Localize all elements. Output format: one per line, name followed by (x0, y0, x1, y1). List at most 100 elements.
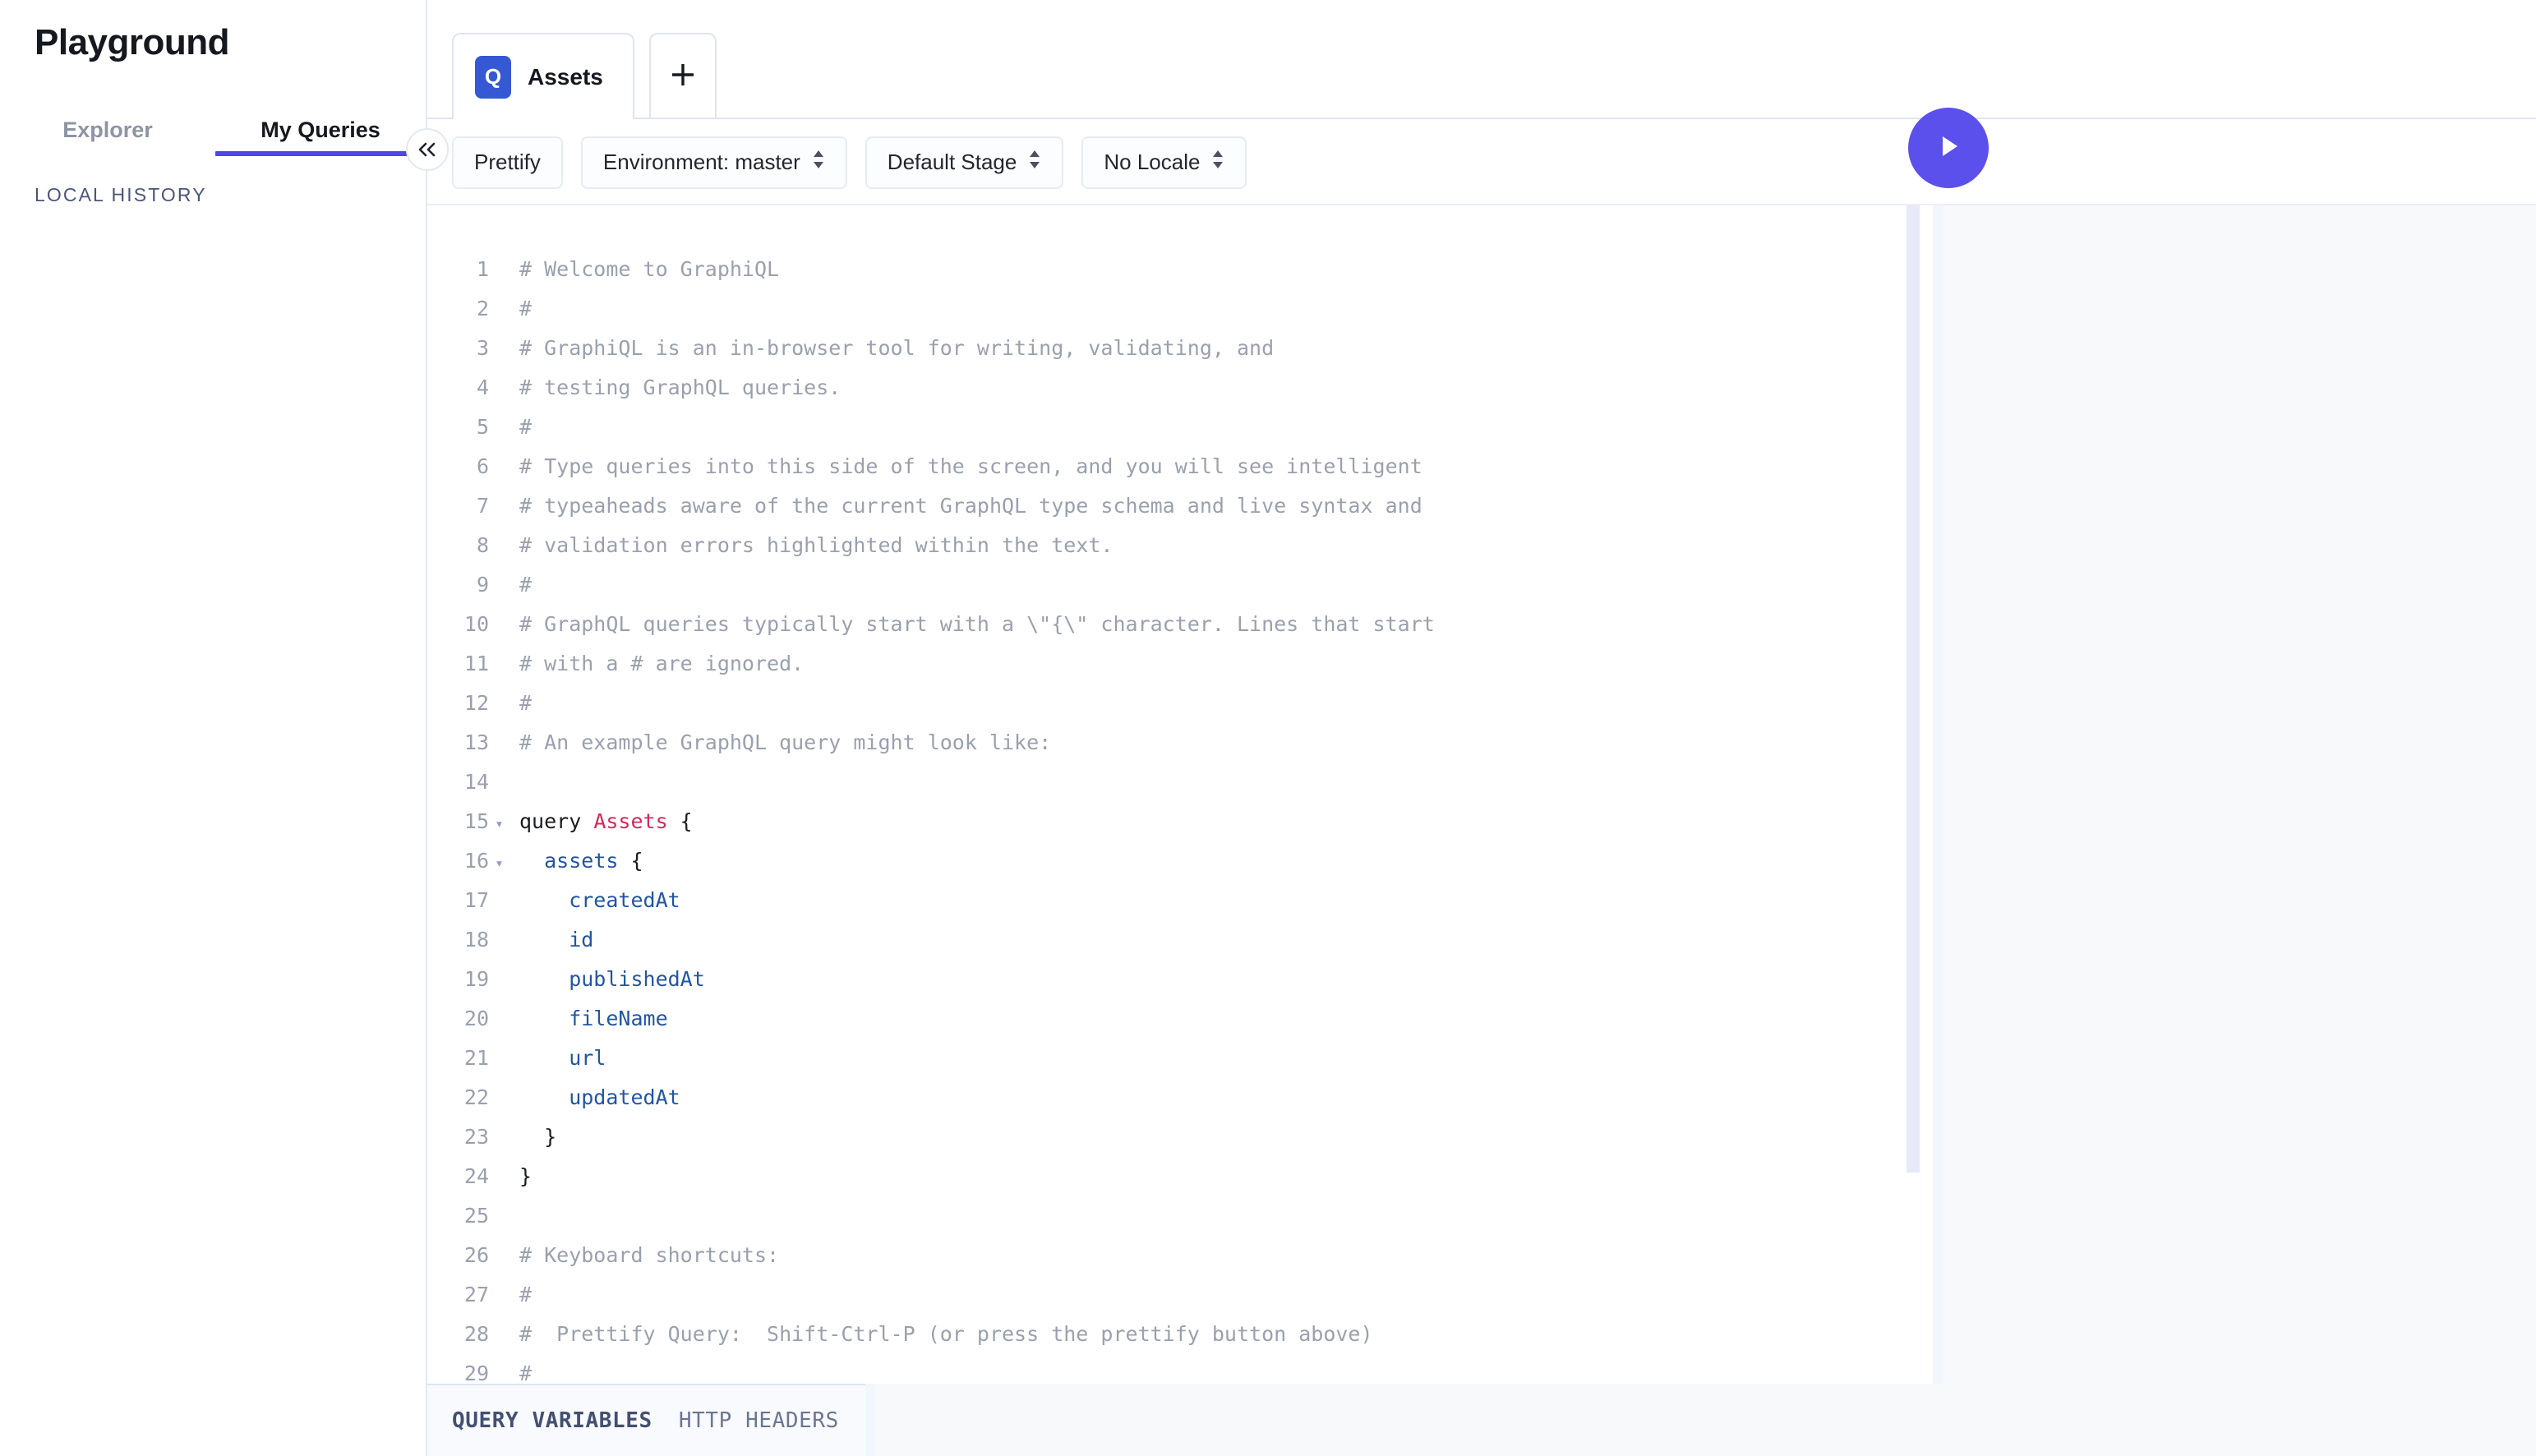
editor-line: 9 # (427, 565, 1933, 605)
editor-line-number: 3 (476, 336, 489, 360)
query-editor[interactable]: 1 # Welcome to GraphiQL 2 #3 # GraphiQL is a… (427, 205, 1933, 1384)
prettify-button[interactable]: Prettify (452, 136, 563, 189)
token-comment: # GraphiQL is an in-browser tool for wri… (519, 336, 1275, 360)
token-comment: # (519, 415, 533, 439)
editor-line-number: 2 (476, 297, 489, 320)
stage-select[interactable]: Default Stage (865, 136, 1064, 189)
chevron-updown-icon (1211, 149, 1224, 176)
editor-line-text: # with a # are ignored. (510, 644, 804, 684)
execute-query-button[interactable] (1908, 108, 1989, 188)
editor-line-number: 20 (463, 1007, 489, 1030)
editor-line: 2 # (427, 289, 1933, 329)
token-comment: # GraphQL queries typically start with a… (519, 612, 1435, 636)
editor-line-text: # (510, 1354, 532, 1384)
editor-line-text: # (510, 565, 532, 605)
editor-line-number: 26 (463, 1243, 489, 1267)
editor-line-number: 21 (463, 1046, 489, 1070)
editor-line: 13 # An example GraphQL query might look … (427, 723, 1933, 763)
chevron-updown-icon (812, 149, 825, 176)
editor-line: 26 # Keyboard shortcuts: (427, 1236, 1933, 1275)
editor-line-number: 8 (476, 533, 489, 557)
new-tab-button[interactable] (648, 33, 717, 119)
token-punct: } (519, 1164, 533, 1188)
stage-select-label: Default Stage (887, 150, 1017, 174)
token-comment: # Keyboard shortcuts: (519, 1243, 780, 1267)
editor-line-text: query Assets { (510, 802, 693, 841)
editor-scrollbar-thumb[interactable] (1907, 205, 1920, 1173)
editor-line-number: 15 (463, 809, 489, 833)
editor-line-number: 4 (476, 376, 489, 399)
bottom-filler (865, 1384, 2536, 1456)
editor-line: 12 # (427, 684, 1933, 723)
token-punct (519, 849, 544, 873)
editor-line-number: 23 (463, 1125, 489, 1149)
editor-line-text: # GraphiQL is an in-browser tool for wri… (510, 329, 1274, 368)
editor-line-text: fileName (510, 999, 667, 1039)
locale-select-label: No Locale (1104, 150, 1201, 174)
editor-line-number: 14 (463, 770, 489, 794)
tab-http-headers[interactable]: HTTP HEADERS (679, 1408, 839, 1433)
editor-line: 24} (427, 1157, 1933, 1196)
editor-line: 27 # (427, 1275, 1933, 1315)
token-comment: # Prettify Query: Shift-Ctrl-P (or press… (519, 1322, 1373, 1346)
editor-line-number: 13 (463, 730, 489, 754)
editor-line-number: 6 (476, 454, 489, 478)
editor-line: 10 # GraphQL queries typically start with… (427, 605, 1933, 644)
editor-line: 19 publishedAt (427, 960, 1933, 999)
editor-line-text: assets { (510, 841, 643, 881)
chevron-updown-icon (1028, 149, 1041, 176)
token-punct: } (519, 1125, 557, 1149)
fold-arrow-icon[interactable]: ▾ (489, 804, 510, 844)
editor-line: 6 # Type queries into this side of the sc… (427, 447, 1933, 486)
sidebar-collapse-button[interactable] (406, 128, 449, 171)
editor-line-number: 27 (463, 1283, 489, 1306)
editor-line-text: # (510, 408, 532, 447)
query-tab-badge-icon: Q (475, 55, 511, 99)
editor-vertical-scrollbar[interactable] (1907, 205, 1920, 1384)
editor-line: 25 (427, 1196, 1933, 1236)
token-comment: # with a # are ignored. (519, 652, 805, 675)
editor-line-text: # (510, 1275, 532, 1315)
query-editor-code[interactable]: 1 # Welcome to GraphiQL 2 #3 # GraphiQL is a… (427, 205, 1933, 1384)
main-area: Q Assets Prettify Environment: master De… (427, 0, 2536, 1456)
editor-line-text: } (510, 1117, 556, 1157)
editor-response-split: 1 # Welcome to GraphiQL 2 #3 # GraphiQL is a… (427, 205, 2536, 1384)
editor-line-text: # Prettify Query: Shift-Ctrl-P (or press… (510, 1315, 1373, 1354)
editor-line-number: 22 (463, 1085, 489, 1109)
editor-line-text: # (510, 684, 532, 723)
token-kw: query (519, 809, 594, 833)
query-tab-strip: Q Assets (427, 0, 2536, 121)
token-comment: # testing GraphQL queries. (519, 376, 841, 399)
sidebar-tab-explorer[interactable]: Explorer (0, 117, 215, 156)
editor-line: 21 url (427, 1039, 1933, 1078)
editor-line-number: 19 (463, 967, 489, 991)
sidebar-tab-my-queries[interactable]: My Queries (214, 117, 427, 156)
editor-line-number: 7 (476, 494, 489, 518)
editor-line-number: 17 (463, 888, 489, 912)
token-comment: # An example GraphQL query might look li… (519, 730, 1052, 754)
tab-query-variables[interactable]: QUERY VARIABLES (452, 1408, 652, 1433)
token-comment: # typeaheads aware of the current GraphQ… (519, 494, 1422, 518)
token-comment: # Welcome to GraphiQL (519, 257, 780, 281)
editor-line-number: 28 (463, 1322, 489, 1346)
editor-line: 4 # testing GraphQL queries. (427, 368, 1933, 408)
play-icon (1932, 130, 1965, 167)
page-title: Playground (35, 22, 230, 62)
token-field: createdAt (519, 888, 680, 912)
editor-line-text: # (510, 289, 532, 329)
graphql-playground-app: Playground Explorer My Queries LOCAL HIS… (0, 0, 2536, 1456)
fold-arrow-icon[interactable]: ▾ (489, 844, 510, 883)
response-pane (1933, 205, 2536, 1384)
editor-line: 22 updatedAt (427, 1078, 1933, 1117)
editor-line-text: # Keyboard shortcuts: (510, 1236, 779, 1275)
environment-select[interactable]: Environment: master (580, 136, 847, 189)
editor-line: 1 # Welcome to GraphiQL (427, 250, 1933, 289)
locale-select[interactable]: No Locale (1081, 136, 1247, 189)
query-tab-label: Assets (528, 63, 603, 90)
editor-line-number: 24 (463, 1164, 489, 1188)
token-field: assets (544, 849, 619, 873)
token-comment: # (519, 1362, 533, 1384)
editor-line: 7 # typeaheads aware of the current Graph… (427, 486, 1933, 526)
editor-line: 28 # Prettify Query: Shift-Ctrl-P (or pre… (427, 1315, 1933, 1354)
query-tab-assets[interactable]: Q Assets (452, 33, 634, 121)
